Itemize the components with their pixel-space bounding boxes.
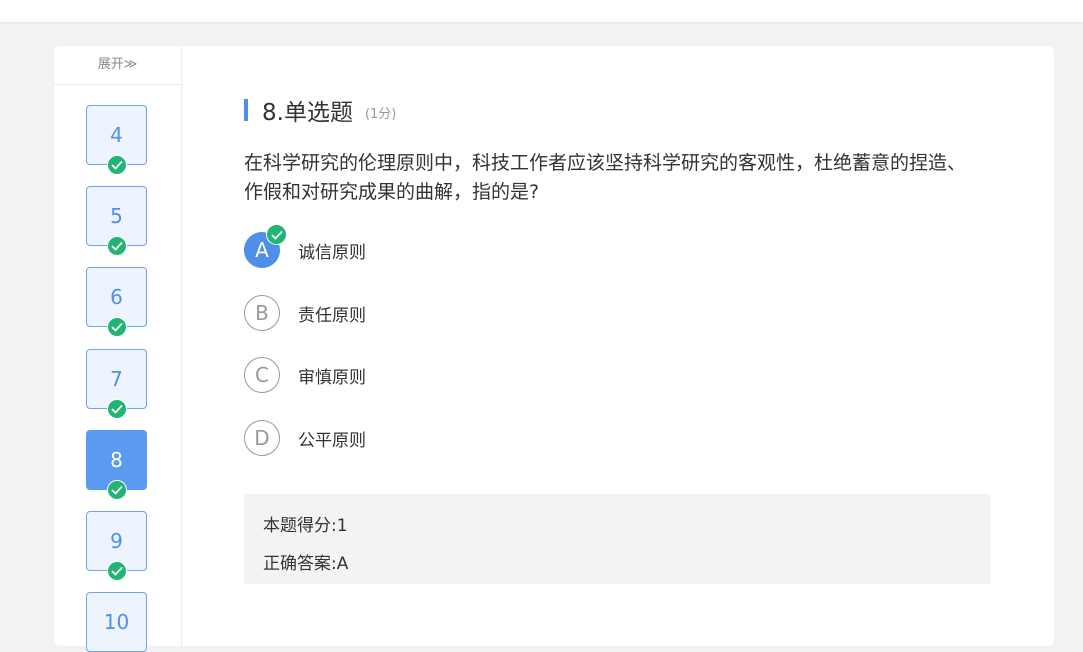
option-label: 诚信原则 <box>298 242 366 263</box>
check-circle-icon <box>106 236 127 256</box>
score-row: 本题得分:1 <box>263 511 348 536</box>
top-bar <box>0 0 1083 22</box>
result-panel: 本题得分:1 正确答案:A <box>244 494 991 584</box>
check-circle-icon <box>106 480 127 500</box>
question-nav-item[interactable]: 7 <box>86 349 147 419</box>
question-nav-item[interactable]: 4 <box>86 105 147 175</box>
question-nav-item[interactable]: 9 <box>86 511 147 581</box>
check-circle-icon <box>106 317 127 337</box>
expand-button[interactable]: 展开≫ <box>54 46 181 85</box>
option-a[interactable]: A 诚信原则 <box>244 224 366 269</box>
question-number: 10 <box>103 610 130 634</box>
question-nav-item[interactable]: 5 <box>86 186 147 256</box>
score-label: 本题得分: <box>263 516 337 536</box>
check-circle-icon <box>106 561 127 581</box>
question-number: 8 <box>110 448 123 472</box>
answer-label: 正确答案: <box>263 554 337 574</box>
option-letter-circle: A <box>244 224 287 268</box>
option-letter: B <box>255 301 269 325</box>
option-letter-circle: C <box>244 357 280 393</box>
question-score: (1分) <box>364 106 397 122</box>
question-header: 8.单选题 (1分) <box>244 96 397 126</box>
title-accent-bar <box>244 99 248 121</box>
option-letter: D <box>254 426 270 450</box>
option-letter: A <box>255 238 269 262</box>
option-label: 公平原则 <box>298 430 366 451</box>
option-d[interactable]: D 公平原则 <box>244 419 366 457</box>
option-label: 审慎原则 <box>298 367 366 388</box>
answer-value: A <box>336 554 349 574</box>
question-stem: 在科学研究的伦理原则中，科技工作者应该坚持科学研究的客观性，杜绝蓄意的捏造、作假… <box>244 152 967 203</box>
question-nav-item-active[interactable]: 8 <box>86 430 147 500</box>
question-number: 6 <box>110 285 123 309</box>
question-card: 展开≫ 4 5 6 7 8 9 10 8.单选题 (1分) 在科学研究的伦理原则… <box>54 46 1054 652</box>
question-nav-item[interactable]: 10 <box>86 592 147 652</box>
question-nav-item[interactable]: 6 <box>86 267 147 337</box>
question-number: 4 <box>110 123 123 147</box>
check-circle-icon <box>106 399 127 419</box>
check-circle-icon <box>266 224 287 245</box>
score-value: 1 <box>336 516 348 536</box>
question-nav-sidebar: 展开≫ 4 5 6 7 8 9 10 <box>54 46 182 652</box>
option-letter: C <box>255 363 269 387</box>
question-content: 8.单选题 (1分) 在科学研究的伦理原则中，科技工作者应该坚持科学研究的客观性… <box>244 46 1024 646</box>
option-letter-circle: D <box>244 420 280 456</box>
question-number: 7 <box>110 367 123 391</box>
option-c[interactable]: C 审慎原则 <box>244 356 366 394</box>
question-title: 8.单选题 <box>262 100 353 126</box>
option-label: 责任原则 <box>298 305 366 326</box>
question-number: 5 <box>110 204 123 228</box>
question-number: 9 <box>110 529 123 553</box>
check-circle-icon <box>106 155 127 175</box>
option-b[interactable]: B 责任原则 <box>244 294 366 332</box>
option-letter-circle: B <box>244 295 280 331</box>
answer-row: 正确答案:A <box>263 549 348 574</box>
